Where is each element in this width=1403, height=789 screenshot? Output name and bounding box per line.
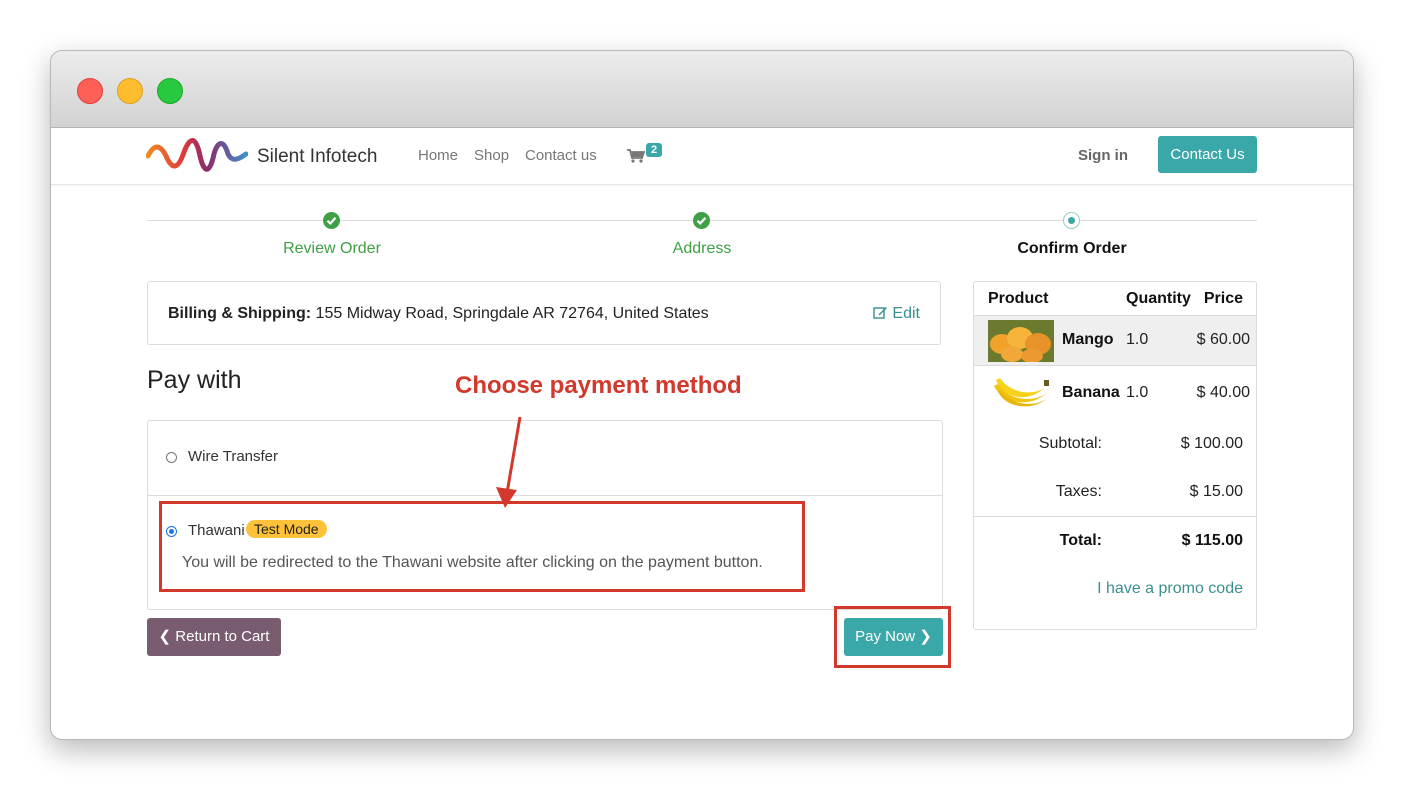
brand-logo-icon[interactable] xyxy=(146,134,248,178)
item-qty-mango: 1.0 xyxy=(1126,331,1149,348)
subtotal-value: $ 100.00 xyxy=(1180,435,1243,452)
billing-shipping-card: Billing & Shipping: 155 Midway Road, Spr… xyxy=(147,281,941,345)
promo-code-link[interactable]: I have a promo code xyxy=(1097,580,1243,598)
summary-header-quantity: Quantity xyxy=(1126,290,1191,307)
item-price-banana: $ 40.00 xyxy=(1196,384,1250,401)
contact-us-button[interactable]: Contact Us xyxy=(1158,136,1257,173)
edit-address-link[interactable]: Edit xyxy=(873,305,920,323)
nav-shop-link[interactable]: Shop xyxy=(474,147,509,164)
billing-address: 155 Midway Road, Springdale AR 72764, Un… xyxy=(315,305,709,322)
item-name-banana[interactable]: Banana xyxy=(1062,384,1120,402)
taxes-value: $ 15.00 xyxy=(1189,483,1243,500)
banana-image[interactable] xyxy=(988,370,1054,412)
chevron-left-icon: ❮ xyxy=(158,628,176,645)
item-price-mango: $ 60.00 xyxy=(1196,331,1250,348)
nav-home-link[interactable]: Home xyxy=(418,147,458,164)
mango-image[interactable] xyxy=(988,320,1054,362)
item-qty-banana: 1.0 xyxy=(1126,384,1149,401)
return-to-cart-button[interactable]: ❮ Return to Cart xyxy=(147,618,281,656)
summary-row-mango: Mango 1.0 $ 60.00 xyxy=(974,316,1256,365)
return-label: Return to Cart xyxy=(175,628,270,645)
total-value: $ 115.00 xyxy=(1181,532,1243,549)
annotation-choose-payment: Choose payment method xyxy=(455,372,742,399)
subtotal-label: Subtotal: xyxy=(1038,435,1102,452)
billing-label: Billing & Shipping: xyxy=(168,305,312,322)
step-address-check-icon xyxy=(693,212,710,229)
edit-label: Edit xyxy=(892,305,920,322)
item-name-mango[interactable]: Mango xyxy=(1062,331,1114,349)
summary-header-price: Price xyxy=(1203,290,1243,307)
annotation-arrow-icon xyxy=(496,416,522,508)
step-confirm-dot-icon xyxy=(1063,212,1080,229)
billing-address-text: Billing & Shipping: 155 Midway Road, Spr… xyxy=(168,305,709,323)
order-summary-card: Product Quantity Price Mango 1.0 $ 60.00 xyxy=(973,281,1257,630)
summary-row-banana: Banana 1.0 $ 40.00 xyxy=(974,366,1256,416)
window-titlebar xyxy=(51,51,1353,128)
browser-window: Silent Infotech Home Shop Contact us 2 S… xyxy=(50,50,1354,740)
maximize-window-button[interactable] xyxy=(157,78,183,104)
step-review-order[interactable]: Review Order xyxy=(283,240,381,258)
pay-with-heading: Pay with xyxy=(147,366,242,394)
close-window-button[interactable] xyxy=(77,78,103,104)
annotation-highlight-thawani xyxy=(159,501,805,592)
site-navbar: Silent Infotech Home Shop Contact us 2 S… xyxy=(51,128,1353,185)
nav-contact-link[interactable]: Contact us xyxy=(525,147,597,164)
shopping-cart-icon[interactable] xyxy=(627,149,645,163)
step-address[interactable]: Address xyxy=(673,240,732,258)
wire-transfer-radio[interactable] xyxy=(166,452,177,463)
annotation-highlight-pay-now xyxy=(834,606,951,668)
total-label: Total: xyxy=(1059,532,1102,549)
edit-icon xyxy=(873,307,888,319)
brand-name[interactable]: Silent Infotech xyxy=(257,146,377,168)
sign-in-link[interactable]: Sign in xyxy=(1078,147,1128,164)
payment-divider xyxy=(148,495,942,496)
minimize-window-button[interactable] xyxy=(117,78,143,104)
cart-count-badge: 2 xyxy=(646,143,663,157)
summary-header-product: Product xyxy=(988,290,1049,307)
wire-transfer-label[interactable]: Wire Transfer xyxy=(188,448,278,465)
taxes-label: Taxes: xyxy=(1055,483,1102,500)
summary-divider xyxy=(974,516,1256,517)
step-confirm-order: Confirm Order xyxy=(1017,240,1127,257)
step-review-check-icon xyxy=(323,212,340,229)
